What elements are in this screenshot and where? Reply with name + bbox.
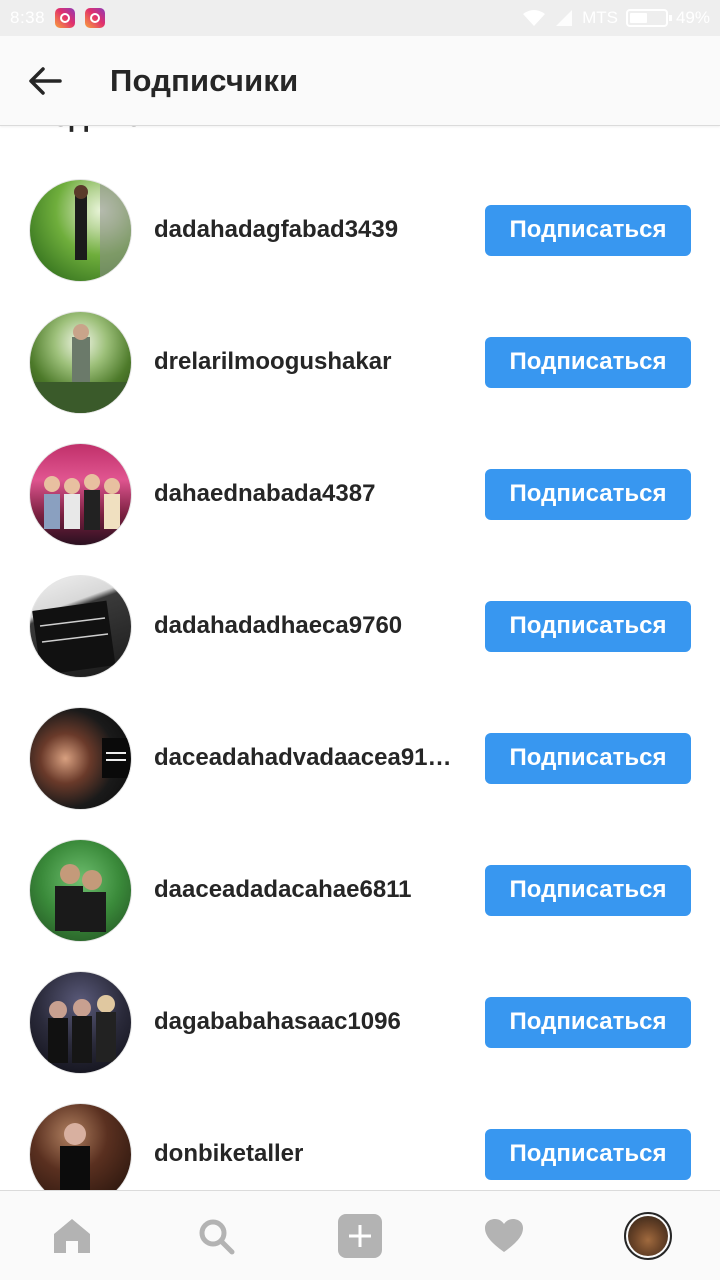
avatar[interactable]	[29, 574, 132, 678]
follow-button[interactable]: Подписаться	[485, 204, 691, 256]
battery-icon	[625, 9, 672, 27]
follower-username[interactable]: donbiketaller	[154, 1140, 459, 1168]
back-button[interactable]	[0, 36, 90, 126]
follow-button[interactable]: Подписаться	[485, 600, 691, 652]
avatar[interactable]	[29, 442, 132, 546]
follower-row[interactable]: drelarilmoogushakar Подписаться	[0, 296, 720, 428]
avatar[interactable]	[29, 970, 132, 1074]
instagram-notification-icon	[55, 8, 76, 28]
follower-row[interactable]: dadahadagfabad3439 Подписаться	[0, 164, 720, 296]
follower-row[interactable]: daaceadadacahae6811 Подписаться	[0, 824, 720, 956]
follow-button[interactable]: Подписаться	[485, 732, 691, 784]
follow-button[interactable]: Подписаться	[485, 864, 691, 916]
page-title: Подписчики	[110, 62, 299, 98]
profile-photo	[628, 1215, 668, 1256]
profile-avatar[interactable]	[624, 1211, 672, 1260]
avatar[interactable]	[29, 178, 132, 282]
follower-row[interactable]: daceadahadvadaacea91… Подписаться	[0, 692, 720, 824]
battery-level	[629, 13, 647, 23]
home-icon	[54, 1218, 90, 1253]
follow-button[interactable]: Подписаться	[485, 1128, 691, 1180]
search-icon	[199, 1219, 235, 1254]
follower-row[interactable]: dagababahasaac1096 Подписаться	[0, 956, 720, 1088]
nav-home[interactable]	[0, 1191, 144, 1280]
nav-search[interactable]	[144, 1191, 288, 1280]
status-time: 8:38	[10, 8, 46, 27]
avatar[interactable]	[29, 1102, 132, 1190]
follower-username[interactable]: daaceadadacahae6811	[154, 876, 459, 904]
follow-button[interactable]: Подписаться	[485, 468, 691, 520]
add-post-icon	[338, 1213, 382, 1258]
bottom-navigation	[0, 1190, 720, 1280]
heart-icon	[485, 1218, 523, 1252]
follower-username[interactable]: daceadahadvadaacea91…	[154, 744, 459, 772]
status-bar: 8:38 MTS 49%	[0, 0, 720, 36]
follow-button[interactable]: Подписаться	[485, 336, 691, 388]
follower-username[interactable]: drelarilmoogushakar	[154, 348, 459, 376]
wifi-icon	[523, 10, 546, 26]
avatar[interactable]	[29, 310, 132, 414]
instagram-notification-icon	[85, 8, 106, 28]
nav-profile[interactable]	[576, 1191, 720, 1280]
follower-row[interactable]: dadahadadhaeca9760 Подписаться	[0, 560, 720, 692]
follower-row[interactable]: donbiketaller Подписаться	[0, 1088, 720, 1190]
arrow-left-icon	[29, 66, 62, 95]
follower-username[interactable]: dadahadadhaeca9760	[154, 612, 459, 640]
followers-list[interactable]: dadahadagfabad3439 Подписаться drelarilm…	[0, 160, 720, 1190]
avatar[interactable]	[29, 706, 132, 810]
follow-button[interactable]: Подписаться	[485, 996, 691, 1048]
signal-icon	[556, 10, 573, 26]
follower-username[interactable]: dadahadagfabad3439	[154, 216, 459, 244]
carrier-label: MTS	[582, 8, 618, 27]
top-bar: Подписчики	[0, 36, 720, 126]
avatar[interactable]	[29, 838, 132, 942]
follower-row[interactable]: dahaednabada4387 Подписаться	[0, 428, 720, 560]
nav-add-post[interactable]	[288, 1191, 432, 1280]
follower-username[interactable]: dagababahasaac1096	[154, 1008, 459, 1036]
battery-percent: 49%	[675, 8, 710, 27]
follower-username[interactable]: dahaednabada4387	[154, 480, 459, 508]
nav-activity[interactable]	[432, 1191, 576, 1280]
